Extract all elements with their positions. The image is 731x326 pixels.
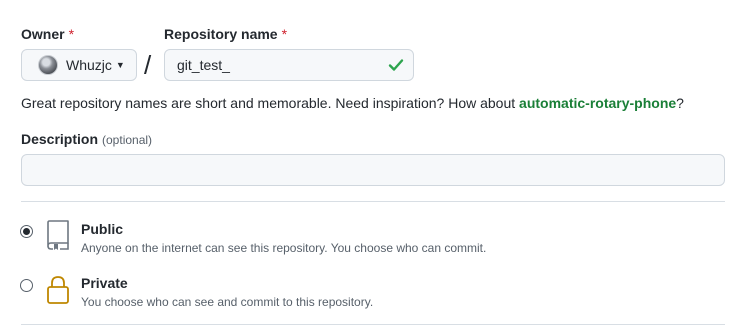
path-separator: / [144,50,152,80]
public-option-description: Anyone on the internet can see this repo… [81,241,487,255]
repo-icon [47,220,69,250]
triangle-down-icon: ▼ [115,60,125,70]
name-suggestion-link[interactable]: automatic-rotary-phone [519,95,676,111]
repository-name-hint: Great repository names are short and mem… [21,95,684,111]
owner-name: Whuzjc [66,57,112,73]
private-radio[interactable] [20,279,33,292]
description-input[interactable] [21,154,725,186]
owner-label: Owner * [21,26,75,42]
divider [21,324,725,325]
required-marker: * [281,26,288,42]
check-icon [388,59,404,71]
lock-icon [47,276,69,304]
repository-name-label: Repository name * [164,26,288,42]
private-option-description: You choose who can see and commit to thi… [81,295,374,309]
private-option-title[interactable]: Private [81,275,128,291]
public-radio[interactable] [20,225,33,238]
divider [21,201,725,202]
owner-select-button[interactable]: Whuzjc ▼ [21,49,137,81]
required-marker: * [68,26,75,42]
avatar [38,55,58,75]
repository-name-input[interactable] [164,49,414,81]
description-label: Description (optional) [21,131,153,147]
public-option-title[interactable]: Public [81,221,123,237]
optional-note: (optional) [102,133,153,147]
